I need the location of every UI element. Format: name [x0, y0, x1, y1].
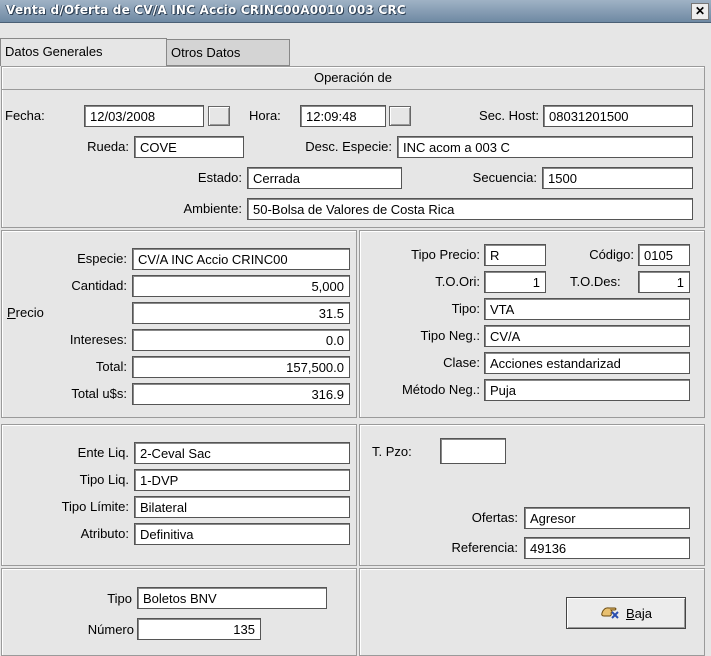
precio-field[interactable]: 31.5 [132, 302, 350, 324]
estado-field[interactable]: Cerrada [247, 167, 402, 189]
toori-field[interactable]: 1 [484, 271, 546, 293]
actions-panel: Baja [359, 568, 705, 656]
tipoliq-label: Tipo Liq. [79, 472, 129, 487]
totalusd-label: Total u$s: [71, 386, 127, 401]
boleto-numero-label: Número [87, 622, 134, 637]
tipolim-label: Tipo Límite: [61, 499, 129, 514]
rueda-field[interactable]: COVE [134, 136, 244, 158]
cantidad-field[interactable]: 5,000 [132, 275, 350, 297]
tab-datos-generales[interactable]: Datos Generales [0, 38, 167, 66]
totalusd-field[interactable]: 316.9 [132, 383, 350, 405]
especie-field[interactable]: CV/A INC Accio CRINC00 [132, 248, 350, 270]
todes-field[interactable]: 1 [638, 271, 690, 293]
toori-label: T.O.Ori: [435, 274, 480, 289]
sechost-label: Sec. Host: [479, 108, 539, 123]
referencia-field[interactable]: 49136 [524, 537, 690, 559]
precio-label-accel: P [7, 305, 16, 320]
tiponeg-field[interactable]: CV/A [484, 325, 690, 347]
operacion-header: Operación de [2, 67, 704, 90]
especie-label: Especie: [77, 251, 127, 266]
liquidacion-panel: Ente Liq. 2-Ceval Sac Tipo Liq. 1-DVP Ti… [1, 424, 357, 566]
descesp-field[interactable]: INC acom a 003 C [397, 136, 693, 158]
boleto-numero-field[interactable]: 135 [137, 618, 261, 640]
boleto-tipo-field[interactable]: Boletos BNV [137, 587, 327, 609]
sechost-field[interactable]: 08031201500 [543, 105, 693, 127]
operacion-panel: Operación de Fecha: 12/03/2008 Hora: 12:… [1, 66, 705, 228]
plazo-panel: T. Pzo: Ofertas: Agresor Referencia: 491… [359, 424, 705, 566]
tipo-field[interactable]: VTA [484, 298, 690, 320]
tipoprecio-label: Tipo Precio: [411, 247, 480, 262]
ente-label: Ente Liq. [77, 445, 129, 460]
precio-label-text: recio [15, 305, 44, 320]
tipo-label: Tipo: [451, 301, 480, 316]
boleto-panel: Tipo Boletos BNV Número 135 [1, 568, 357, 656]
tpzo-label: T. Pzo: [372, 444, 412, 459]
ente-field[interactable]: 2-Ceval Sac [134, 442, 350, 464]
baja-label-accel: B [625, 605, 635, 621]
hora-label: Hora: [249, 108, 281, 123]
fecha-calendar-button[interactable] [208, 106, 230, 126]
tipoprecio-field[interactable]: R [484, 244, 546, 266]
rueda-label: Rueda: [87, 139, 129, 154]
ofertas-field[interactable]: Agresor [524, 507, 690, 529]
referencia-label: Referencia: [451, 540, 518, 555]
tiponeg-label: Tipo Neg.: [420, 328, 481, 343]
tpzo-field[interactable] [440, 438, 506, 464]
ambiente-label: Ambiente: [183, 201, 242, 216]
dialog-window: Venta d/Oferta de CV/A INC Accio CRINC00… [0, 0, 711, 656]
cantidad-label: Cantidad: [71, 278, 127, 293]
baja-label: Baja [626, 606, 652, 621]
baja-button[interactable]: Baja [566, 597, 686, 629]
tipos-panel: Tipo Precio: R Código: 0105 T.O.Ori: 1 T… [359, 230, 705, 418]
total-label: Total: [95, 359, 127, 374]
clase-label: Clase: [443, 355, 480, 370]
baja-label-text: aja [634, 605, 653, 621]
tipolim-field[interactable]: Bilateral [134, 496, 350, 518]
hora-field[interactable]: 12:09:48 [300, 105, 386, 127]
estado-label: Estado: [197, 170, 242, 185]
delete-hand-icon [600, 603, 620, 624]
valores-panel: Especie: CV/A INC Accio CRINC00 Cantidad… [1, 230, 357, 418]
fecha-field[interactable]: 12/03/2008 [84, 105, 204, 127]
metodo-label: Método Neg.: [401, 382, 480, 397]
atributo-label: Atributo: [80, 526, 129, 541]
boleto-tipo-label: Tipo [107, 591, 132, 606]
metodo-field[interactable]: Puja [484, 379, 690, 401]
clase-field[interactable]: Acciones estandarizad [484, 352, 690, 374]
ambiente-field[interactable]: 50-Bolsa de Valores de Costa Rica [247, 198, 693, 220]
descesp-label: Desc. Especie: [305, 139, 392, 154]
codigo-field[interactable]: 0105 [638, 244, 690, 266]
close-button[interactable]: ✕ [691, 3, 709, 20]
secuencia-field[interactable]: 1500 [542, 167, 693, 189]
tipoliq-field[interactable]: 1-DVP [134, 469, 350, 491]
hora-picker-button[interactable] [389, 106, 411, 126]
fecha-label: Fecha: [5, 108, 45, 123]
atributo-field[interactable]: Definitiva [134, 523, 350, 545]
intereses-field[interactable]: 0.0 [132, 329, 350, 351]
tab-otros-datos[interactable]: Otros Datos [166, 39, 290, 66]
codigo-label: Código: [589, 247, 634, 262]
ofertas-label: Ofertas: [471, 510, 518, 525]
precio-label: Precio [7, 305, 44, 320]
secuencia-label: Secuencia: [472, 170, 537, 185]
tab-bar: Datos Generales Otros Datos [0, 38, 711, 66]
todes-label: T.O.Des: [570, 274, 621, 289]
intereses-label: Intereses: [69, 332, 127, 347]
window-title: Venta d/Oferta de CV/A INC Accio CRINC00… [6, 3, 406, 17]
title-bar[interactable]: Venta d/Oferta de CV/A INC Accio CRINC00… [0, 0, 711, 23]
total-field[interactable]: 157,500.0 [132, 356, 350, 378]
